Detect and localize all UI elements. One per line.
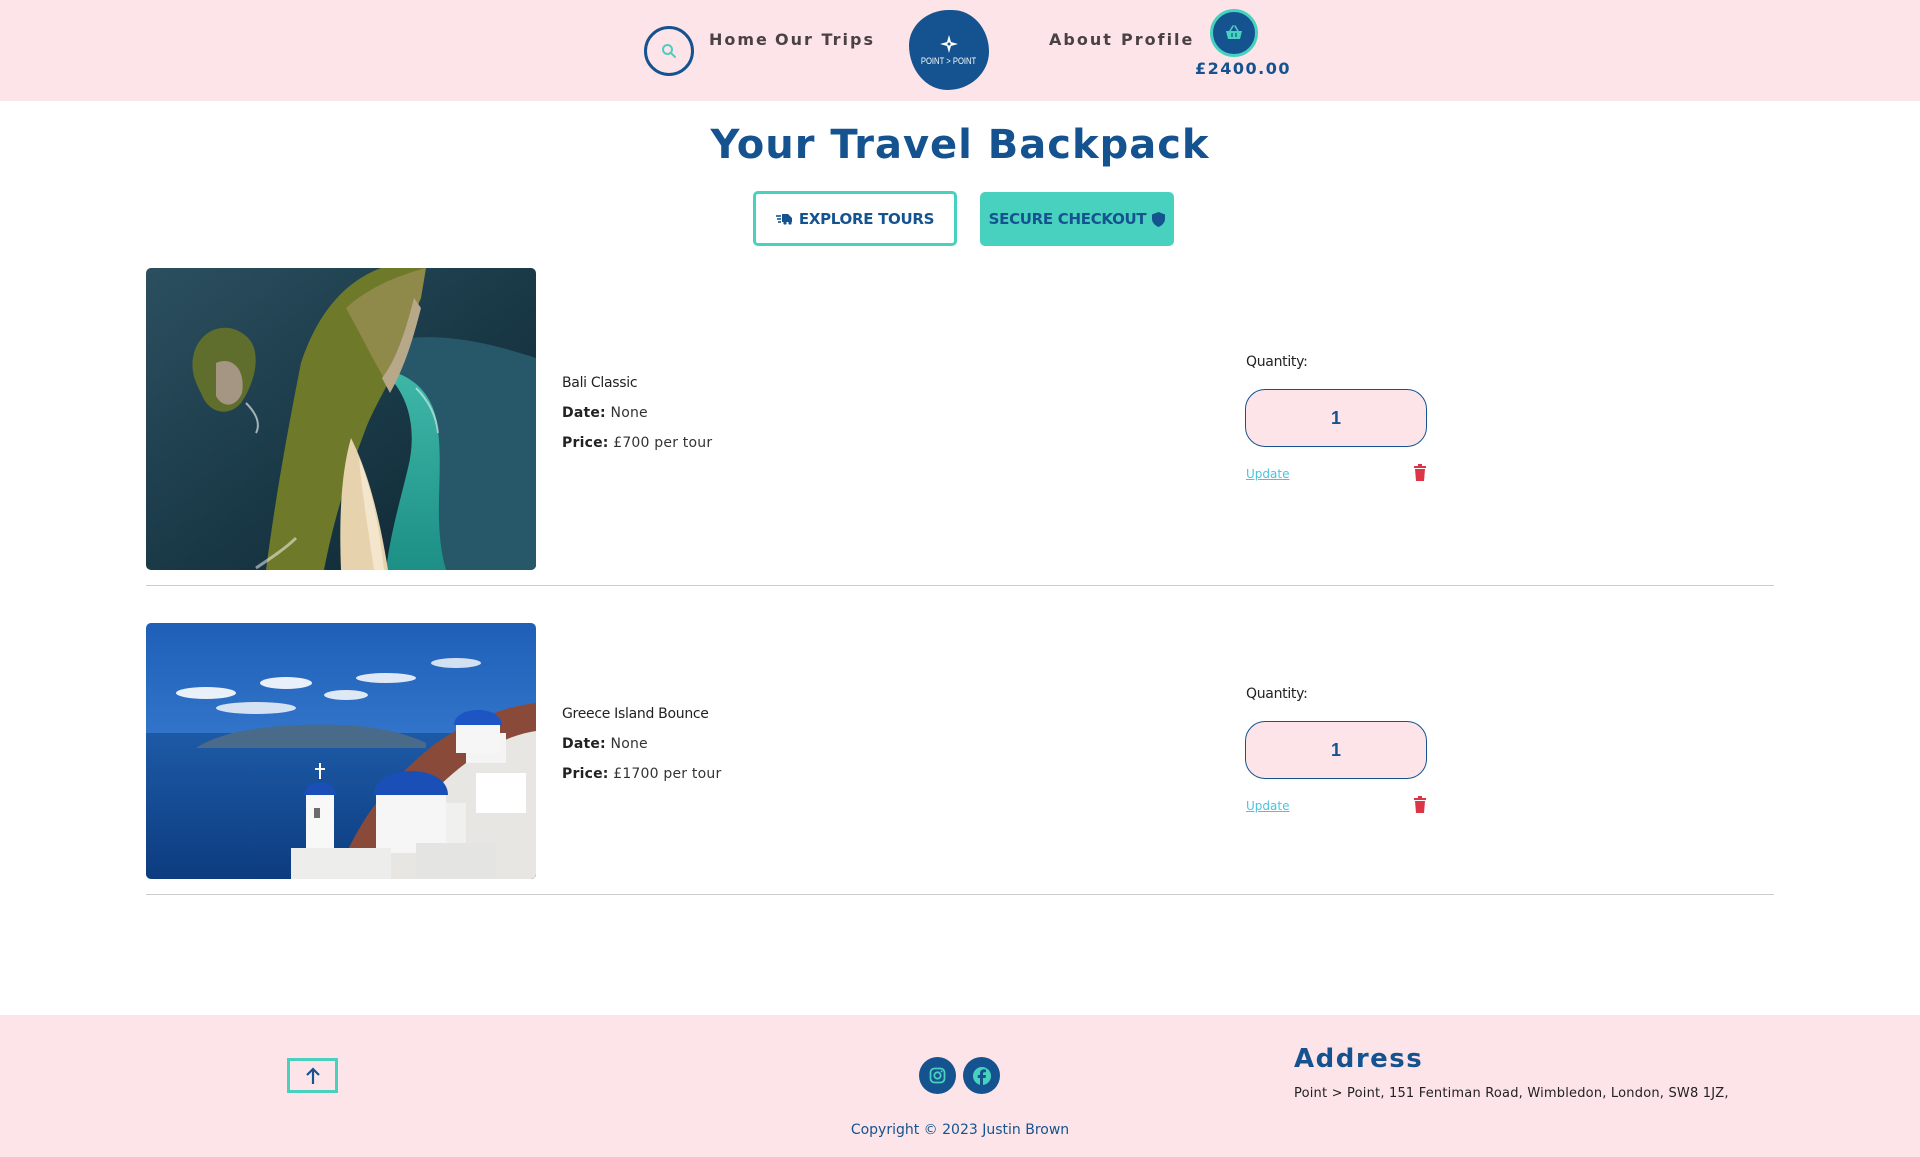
item-date-value: None xyxy=(610,405,648,421)
quantity-label: Quantity: xyxy=(1246,354,1308,370)
item-divider xyxy=(146,585,1774,586)
explore-tours-button[interactable]: EXPLORE TOURS xyxy=(753,191,957,246)
compass-icon xyxy=(940,35,958,53)
item-price: Price: £700 per tour xyxy=(562,435,712,451)
nav-profile[interactable]: Profile xyxy=(1121,30,1194,49)
item-date-label: Date: xyxy=(562,736,606,752)
facebook-link[interactable] xyxy=(963,1057,1000,1094)
logo-text: POINT > POINT xyxy=(921,56,977,66)
site-logo[interactable]: POINT > POINT xyxy=(909,10,989,90)
update-link[interactable]: Update xyxy=(1246,799,1289,813)
item-name: Greece Island Bounce xyxy=(562,706,709,722)
search-button[interactable] xyxy=(644,26,694,76)
secure-checkout-button[interactable]: SECURE CHECKOUT xyxy=(980,192,1174,246)
cart-button[interactable] xyxy=(1210,9,1258,57)
item-image-greece xyxy=(146,623,536,879)
item-date-value: None xyxy=(610,736,648,752)
shipping-fast-icon xyxy=(775,213,792,225)
item-image-bali xyxy=(146,268,536,570)
search-icon xyxy=(662,44,676,58)
cart-total: £2400.00 xyxy=(1195,59,1292,78)
trash-icon[interactable] xyxy=(1413,464,1427,482)
item-price-label: Price: xyxy=(562,766,609,782)
copyright: Copyright © 2023 Justin Brown xyxy=(850,1122,1070,1138)
nav-about[interactable]: About xyxy=(1049,30,1113,49)
quantity-input[interactable] xyxy=(1245,721,1427,779)
item-price-value: £700 per tour xyxy=(613,435,713,451)
instagram-link[interactable] xyxy=(919,1057,956,1094)
item-name: Bali Classic xyxy=(562,375,638,391)
shield-icon xyxy=(1152,211,1166,227)
back-to-top-button[interactable] xyxy=(287,1058,338,1093)
item-date: Date: None xyxy=(562,736,648,752)
page-title: Your Travel Backpack xyxy=(710,122,1210,168)
arrow-up-icon xyxy=(305,1066,320,1084)
instagram-icon xyxy=(929,1067,946,1084)
update-link[interactable]: Update xyxy=(1246,467,1289,481)
item-price-label: Price: xyxy=(562,435,609,451)
quantity-input[interactable] xyxy=(1245,389,1427,447)
basket-icon xyxy=(1226,25,1242,39)
facebook-icon xyxy=(972,1066,991,1086)
explore-tours-label: EXPLORE TOURS xyxy=(798,209,935,228)
item-date-label: Date: xyxy=(562,405,606,421)
item-price: Price: £1700 per tour xyxy=(562,766,721,782)
item-date: Date: None xyxy=(562,405,648,421)
nav-our-trips[interactable]: Our Trips xyxy=(775,30,875,49)
item-divider xyxy=(146,894,1774,895)
secure-checkout-label: SECURE CHECKOUT xyxy=(988,210,1147,228)
trash-icon[interactable] xyxy=(1413,796,1427,814)
address-text: Point > Point, 151 Fentiman Road, Wimble… xyxy=(1294,1086,1729,1101)
nav-home[interactable]: Home xyxy=(709,30,769,49)
quantity-label: Quantity: xyxy=(1246,686,1308,702)
address-title: Address xyxy=(1294,1044,1424,1074)
item-price-value: £1700 per tour xyxy=(613,766,722,782)
